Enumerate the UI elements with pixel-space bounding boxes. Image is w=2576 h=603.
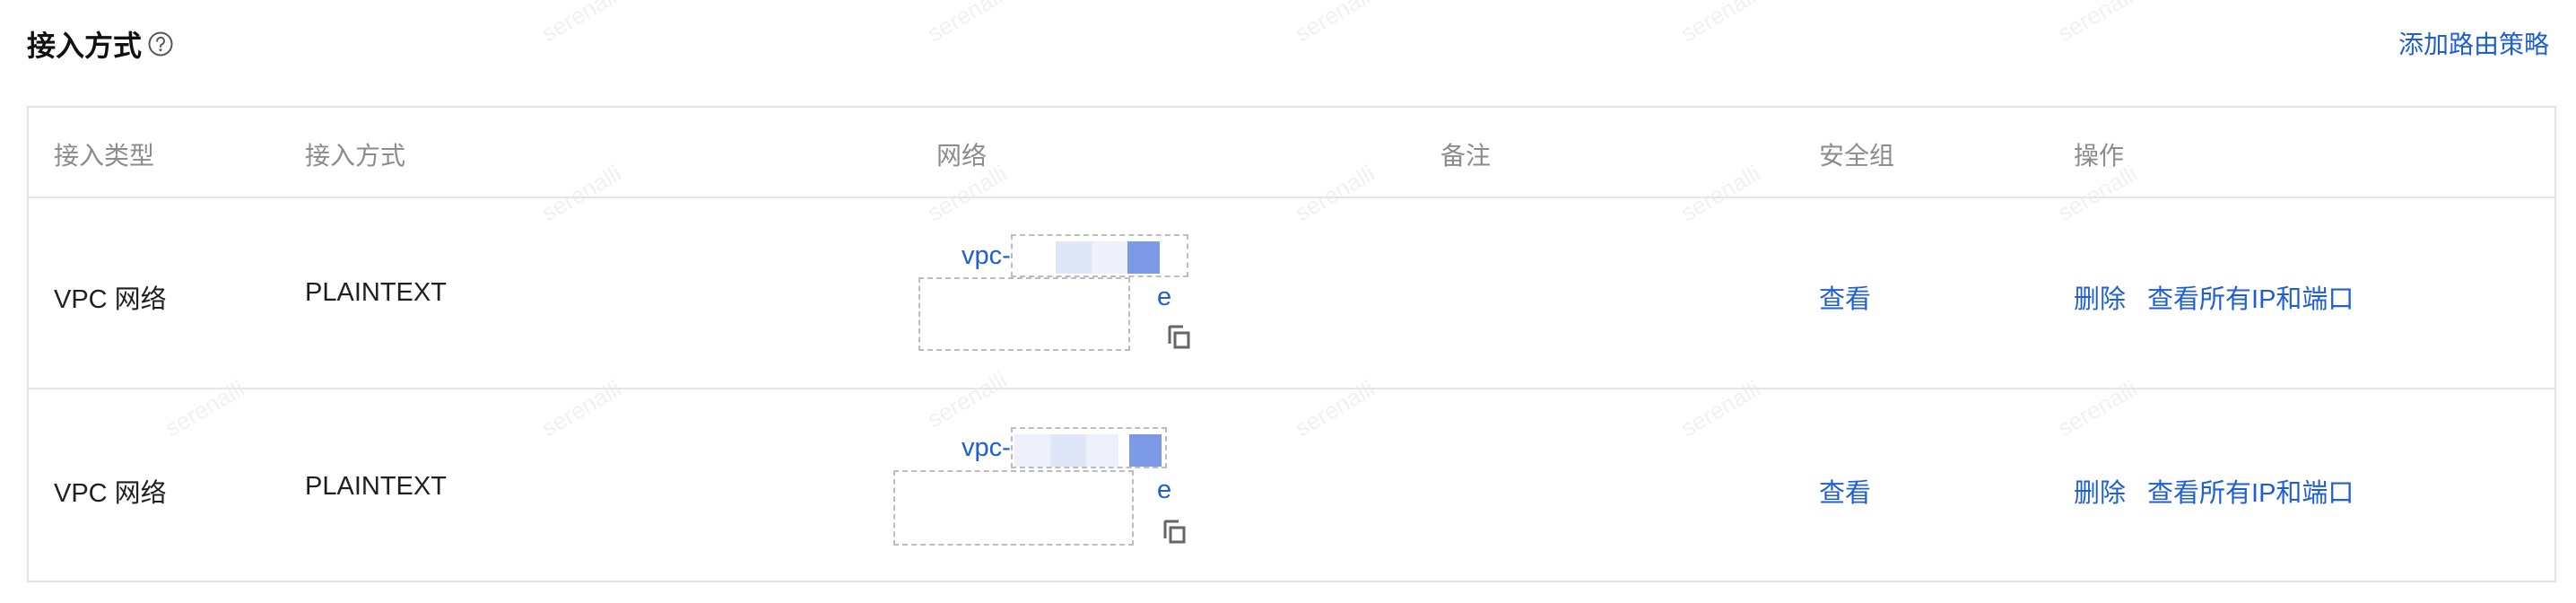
delete-link[interactable]: 删除 [2074, 278, 2126, 316]
access-table: 接入类型 接入方式 网络 备注 安全组 操作 VPC 网络 PLAINTEXT … [27, 106, 2556, 582]
subnet-id-suffix[interactable]: e [1157, 283, 1171, 312]
table-row: VPC 网络 PLAINTEXT vpc- e 查看 删除 查看所有IP和端口 [29, 389, 2554, 581]
redaction-mask [1085, 434, 1118, 467]
section-title: 接入方式 [27, 23, 176, 65]
copy-icon[interactable] [1167, 324, 1192, 351]
view-all-ip-port-link[interactable]: 查看所有IP和端口 [2147, 278, 2354, 316]
copy-icon[interactable] [1162, 519, 1188, 546]
column-header-access-type: 接入类型 [54, 142, 155, 170]
add-route-policy-link[interactable]: 添加路由策略 [2398, 25, 2549, 61]
column-header-access-method: 接入方式 [305, 142, 406, 170]
vpc-id-link[interactable]: vpc- [962, 433, 1011, 463]
redaction-mask [1128, 434, 1162, 467]
vpc-id-line: vpc- [962, 427, 1167, 468]
redaction-mask [1127, 241, 1160, 274]
table-row: VPC 网络 PLAINTEXT vpc- e 查看 删除 查看所有IP和端口 [29, 198, 2554, 389]
redacted-subnet [918, 277, 1130, 351]
redacted-subnet [893, 470, 1134, 546]
access-method-cell: PLAINTEXT [305, 472, 447, 501]
redacted-vpc-id [1010, 234, 1188, 277]
redaction-mask [1014, 434, 1050, 467]
vpc-id-line: vpc- [962, 234, 1188, 277]
table-header: 接入类型 接入方式 网络 备注 安全组 操作 [29, 108, 2554, 198]
question-circle-icon[interactable] [145, 29, 176, 59]
column-header-remark: 备注 [1440, 142, 1492, 170]
operations-cell: 删除 查看所有IP和端口 [2074, 472, 2354, 510]
redacted-vpc-id [1010, 427, 1167, 468]
access-type-cell: VPC 网络 [54, 285, 167, 314]
view-security-group-link[interactable]: 查看 [1819, 278, 1871, 316]
view-all-ip-port-link[interactable]: 查看所有IP和端口 [2147, 472, 2354, 510]
column-header-network: 网络 [936, 142, 988, 170]
column-header-security-group: 安全组 [1819, 142, 1895, 170]
access-type-cell: VPC 网络 [54, 479, 167, 508]
redaction-mask [1091, 241, 1127, 274]
redaction-mask [1055, 241, 1092, 274]
access-method-cell: PLAINTEXT [305, 278, 447, 307]
operations-cell: 删除 查看所有IP和端口 [2074, 278, 2354, 316]
section-header: 接入方式 添加路由策略 [27, 16, 2549, 70]
delete-link[interactable]: 删除 [2074, 472, 2126, 510]
view-security-group-link[interactable]: 查看 [1819, 472, 1871, 510]
column-header-operations: 操作 [2074, 142, 2125, 170]
vpc-id-link[interactable]: vpc- [962, 241, 1011, 271]
section-title-text: 接入方式 [27, 30, 143, 62]
subnet-id-suffix[interactable]: e [1157, 476, 1171, 505]
redaction-mask [1049, 434, 1086, 467]
